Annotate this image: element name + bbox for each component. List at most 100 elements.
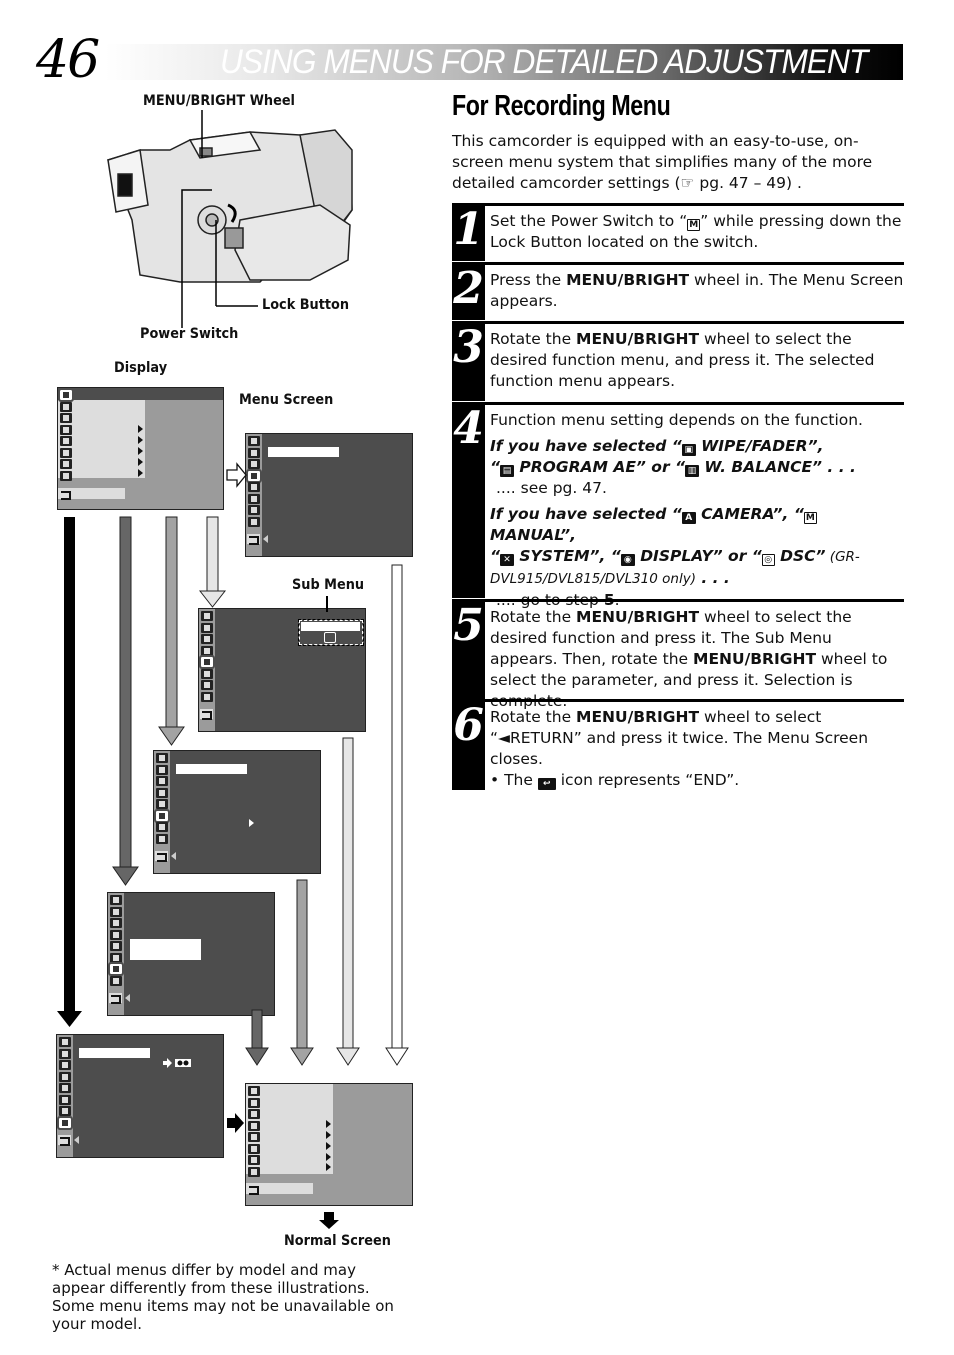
return-icon — [247, 1184, 260, 1195]
camera-icon: A — [681, 512, 696, 524]
page-title: USING MENUS FOR DETAILED ADJUSTMENT — [220, 43, 868, 81]
case-see-pg-47: If you have selected “▣ WIPE/FADER”, “▤ … — [490, 437, 856, 477]
submenu-arrow-icon — [138, 447, 143, 455]
step-text: Rotate the MENU/BRIGHT wheel to select t… — [490, 608, 888, 710]
divider — [485, 203, 904, 206]
cursor-icon — [74, 1136, 79, 1144]
step-number: 1 — [452, 203, 485, 261]
display-icon — [59, 1106, 71, 1116]
flow-arrow-black — [57, 517, 82, 1027]
dsc-icon — [248, 1166, 260, 1177]
step-text: Set the Power Switch to “M” while pressi… — [490, 212, 902, 251]
manual-icon — [60, 436, 72, 446]
step-number: 5 — [452, 599, 485, 699]
submenu-arrow-icon — [326, 1142, 331, 1150]
divider — [485, 699, 904, 702]
camcorder-illustration — [107, 110, 353, 328]
flow-arrow-light — [198, 516, 227, 608]
case-go-to-step-5: If you have selected “A CAMERA”, “M MANU… — [490, 505, 860, 587]
white-balance-icon — [60, 413, 72, 423]
step-text: Rotate the MENU/BRIGHT wheel to select “… — [490, 707, 904, 791]
flow-arrow-darkgray — [112, 516, 139, 886]
divider — [485, 599, 904, 602]
step-2: 2 Press the MENU/BRIGHT wheel in. The Me… — [452, 262, 904, 320]
label-display: Display — [114, 360, 168, 376]
step-number: 2 — [452, 262, 485, 320]
wipe-fader-icon — [248, 436, 260, 446]
system-icon — [248, 1143, 260, 1154]
page-reference-icon: ☞ — [680, 174, 695, 192]
step-3: 3 Rotate the MENU/BRIGHT wheel to select… — [452, 321, 904, 401]
white-balance-icon — [248, 459, 260, 469]
arrow-right-icon — [227, 1113, 244, 1133]
divider — [485, 262, 904, 265]
manual-icon: M — [803, 512, 817, 524]
display-icon: ◉ — [620, 554, 635, 566]
system-icon — [248, 493, 260, 504]
return-icon — [59, 489, 72, 500]
manual-mode-icon: M — [687, 219, 701, 231]
wipe-fader-icon — [248, 1086, 260, 1096]
dsc-icon: ◎ — [761, 554, 775, 566]
program-ae-icon — [248, 447, 260, 458]
system-icon — [60, 447, 72, 458]
end-icon-note: • The ↩ icon represents “END”. — [490, 771, 740, 790]
label-power-switch: Power Switch — [140, 326, 239, 342]
submenu-arrow-icon — [326, 1163, 331, 1171]
divider — [485, 402, 904, 405]
label-normal-screen: Normal Screen — [284, 1233, 391, 1249]
manual-icon — [248, 1132, 260, 1142]
camera-icon — [246, 468, 262, 483]
dsc-icon — [60, 470, 72, 481]
screen-display — [57, 387, 224, 510]
label-menu-screen: Menu Screen — [239, 392, 334, 408]
screen-header-bar — [58, 388, 223, 400]
camera-icon — [248, 1120, 260, 1131]
step-text: Press the MENU/BRIGHT wheel in. The Menu… — [490, 271, 904, 310]
flow-arrow-to-final-2 — [290, 879, 314, 1066]
flow-arrow-to-final-4 — [385, 564, 409, 1066]
display-icon — [248, 1155, 260, 1165]
step-number: 6 — [452, 699, 485, 790]
wipe-fader-icon: ▣ — [681, 444, 696, 456]
white-balance-icon: ▥ — [684, 465, 699, 477]
arrow-right-icon — [226, 462, 247, 488]
wipe-fader-icon — [58, 388, 74, 402]
submenu-arrow-icon — [326, 1153, 331, 1161]
submenu-arrow-icon — [326, 1131, 331, 1139]
manual-icon — [248, 482, 260, 492]
step-4: 4 Function menu setting depends on the f… — [452, 402, 904, 609]
label-menu-bright-wheel: MENU/BRIGHT Wheel — [143, 93, 295, 109]
highlight-bar — [268, 447, 339, 457]
submenu-arrow-icon — [138, 425, 143, 433]
program-ae-icon: ▤ — [499, 465, 514, 477]
display-icon — [60, 459, 72, 469]
section-title: For Recording Menu — [452, 90, 671, 122]
footnote: * Actual menus differ by model and may a… — [52, 1261, 394, 1333]
see-pg-47-link: .... see pg. 47. — [496, 479, 607, 497]
step-1: 1 Set the Power Switch to “M” while pres… — [452, 203, 904, 261]
system-icon: ✕ — [499, 554, 514, 566]
arrow-down-icon — [319, 1212, 339, 1229]
display-icon — [248, 505, 260, 515]
page-number: 46 — [36, 30, 100, 90]
flow-arrows — [57, 516, 409, 1066]
intro-paragraph: This camcorder is equipped with an easy-… — [452, 131, 902, 194]
step-number: 3 — [452, 321, 485, 401]
step-5: 5 Rotate the MENU/BRIGHT wheel to select… — [452, 599, 904, 710]
submenu-arrow-icon — [138, 469, 143, 477]
submenu-arrow-icon — [138, 436, 143, 444]
white-balance-icon — [248, 1109, 260, 1119]
flow-arrow-midgray — [158, 516, 185, 746]
return-icon — [58, 1135, 71, 1146]
flow-arrow-to-final-3 — [336, 737, 360, 1066]
step-4-intro: Function menu setting depends on the fun… — [490, 411, 863, 429]
step-text: Function menu setting depends on the fun… — [490, 410, 904, 611]
submenu-arrow-icon — [138, 458, 143, 466]
program-ae-icon — [248, 1097, 260, 1108]
camera-icon — [60, 424, 72, 435]
intro-text: This camcorder is equipped with an easy-… — [452, 132, 873, 192]
intro-page-ref: pg. 47 – 49) . — [694, 174, 802, 192]
label-lock-button: Lock Button — [262, 297, 350, 313]
flow-arrow-to-final-1 — [245, 1009, 269, 1066]
